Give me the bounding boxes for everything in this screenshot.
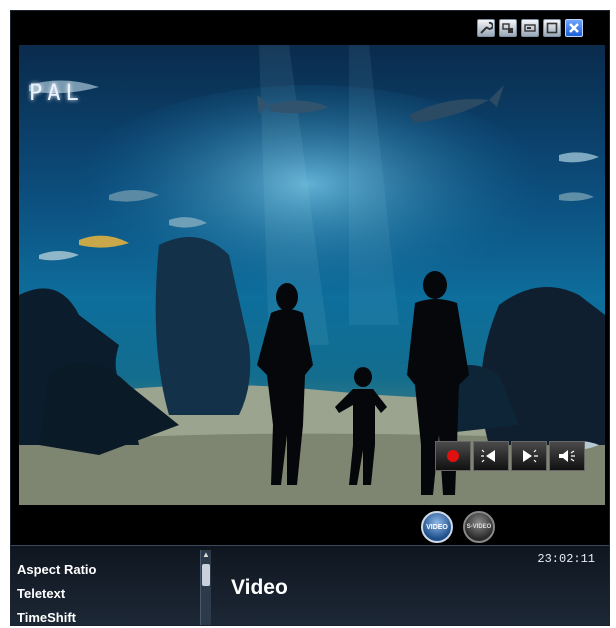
record-button[interactable]	[435, 441, 471, 471]
tv-tuner-window: PAL VIDEO S-VIDEO Aspect Ratio Teletext …	[10, 10, 610, 626]
window-icon	[502, 23, 513, 33]
aquarium-scene	[19, 45, 605, 505]
menu-item-timeshift[interactable]: TimeShift	[17, 606, 197, 625]
skip-forward-icon	[523, 449, 538, 463]
maximize-button[interactable]	[543, 19, 561, 37]
playback-controls	[435, 441, 585, 473]
source-selector: VIDEO S-VIDEO	[11, 505, 609, 547]
forward-button[interactable]	[511, 441, 547, 471]
maximize-icon	[546, 22, 558, 34]
video-source-button[interactable]: VIDEO	[421, 511, 453, 543]
menu-item-teletext[interactable]: Teletext	[17, 582, 197, 606]
clock: 23:02:11	[537, 552, 595, 566]
volume-button[interactable]	[549, 441, 585, 471]
menu-scrollbar[interactable]: ▲	[200, 550, 211, 625]
settings-panel: Aspect Ratio Teletext TimeShift ▲ Video …	[11, 545, 609, 625]
record-icon	[447, 450, 459, 462]
menu-item-aspect-ratio[interactable]: Aspect Ratio	[17, 558, 197, 582]
snapshot-button[interactable]	[499, 19, 517, 37]
minimize-icon	[524, 24, 536, 32]
menu-list: Aspect Ratio Teletext TimeShift	[17, 558, 197, 625]
minimize-button[interactable]	[521, 19, 539, 37]
close-button[interactable]	[565, 19, 583, 37]
speaker-icon	[559, 450, 575, 462]
signal-format-label: PAL	[29, 81, 84, 106]
rewind-button[interactable]	[473, 441, 509, 471]
skip-back-icon	[481, 449, 495, 463]
scroll-thumb[interactable]	[202, 564, 210, 586]
scroll-up-arrow[interactable]: ▲	[202, 550, 210, 560]
wrench-icon	[480, 21, 493, 34]
video-display[interactable]: PAL	[19, 45, 605, 505]
settings-button[interactable]	[477, 19, 495, 37]
close-icon	[569, 23, 579, 33]
svideo-source-button[interactable]: S-VIDEO	[463, 511, 495, 543]
panel-title: Video	[231, 576, 288, 599]
title-bar	[11, 11, 609, 43]
